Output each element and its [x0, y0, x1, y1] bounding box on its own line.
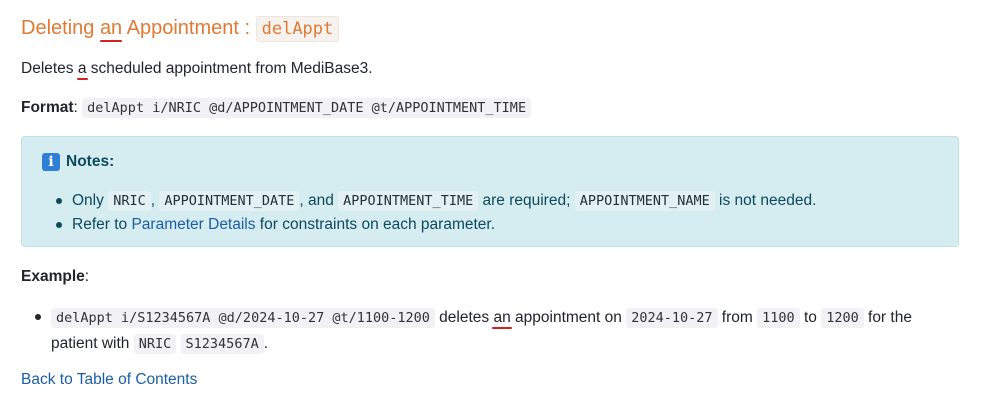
intro-text: Deletes: [21, 60, 78, 77]
example-text: patient with: [51, 335, 134, 352]
code-appointment-name: APPOINTMENT_NAME: [574, 191, 715, 211]
back-to-toc-link[interactable]: Back to Table of Contents: [21, 369, 197, 391]
note-text: Refer to: [72, 216, 132, 233]
code-nric: NRIC: [108, 191, 151, 211]
format-label: Format: [21, 99, 74, 116]
example-text: deletes: [434, 309, 494, 326]
heading-text-prefix: Deleting: [21, 17, 100, 39]
notes-box: i Notes: Only NRIC, APPOINTMENT_DATE, an…: [21, 136, 959, 247]
code-nric-value: S1234567A: [180, 334, 264, 354]
example-text: .: [263, 335, 269, 352]
code-appointment-date: APPOINTMENT_DATE: [159, 191, 300, 211]
intro-paragraph: Deletes a scheduled appointment from Med…: [21, 58, 373, 80]
example-list: delAppt i/S1234567A @d/2024-10-27 @t/110…: [31, 305, 912, 357]
note-text: Only: [72, 192, 109, 209]
note-text: is not needed.: [714, 192, 817, 209]
format-command-code: delAppt i/NRIC @d/APPOINTMENT_DATE @t/AP…: [82, 98, 532, 118]
note-text: for constraints on each parameter.: [255, 216, 496, 233]
code-appointment-time: APPOINTMENT_TIME: [338, 191, 479, 211]
heading-spellcheck-word: an: [99, 17, 123, 39]
example-text: for the: [863, 309, 912, 326]
notes-item: Only NRIC, APPOINTMENT_DATE, and APPOINT…: [52, 189, 816, 213]
parameter-details-link[interactable]: Parameter Details: [131, 216, 255, 233]
info-icon: i: [42, 153, 60, 171]
code-date: 2024-10-27: [626, 308, 718, 328]
example-label: Example: [21, 268, 85, 285]
code-nric: NRIC: [133, 334, 177, 354]
notes-item: Refer to Parameter Details for constrain…: [52, 213, 816, 237]
code-end-time: 1200: [821, 308, 864, 328]
intro-text-rest: scheduled appointment from MediBase3.: [86, 60, 373, 77]
format-colon: :: [73, 99, 78, 116]
example-item: delAppt i/S1234567A @d/2024-10-27 @t/110…: [31, 305, 912, 357]
example-text: appointment on: [510, 309, 627, 326]
notes-header: i Notes:: [42, 151, 114, 173]
heading-text-suffix: Appointment :: [122, 17, 256, 39]
notes-title: Notes:: [66, 153, 115, 170]
example-colon: :: [84, 268, 90, 285]
note-text: are required;: [478, 192, 575, 209]
note-text: , and: [299, 192, 339, 209]
section-heading: Deleting an Appointment : delAppt: [21, 14, 340, 43]
example-heading: Example:: [21, 266, 89, 288]
code-start-time: 1100: [757, 308, 800, 328]
example-command-code: delAppt i/S1234567A @d/2024-10-27 @t/110…: [51, 308, 435, 328]
notes-list: Only NRIC, APPOINTMENT_DATE, and APPOINT…: [52, 189, 816, 237]
heading-command-code: delAppt: [255, 16, 340, 42]
example-text: to: [799, 309, 822, 326]
example-spellcheck-word: an: [493, 309, 511, 326]
intro-spellcheck-word: a: [77, 60, 87, 77]
format-line: Format: delAppt i/NRIC @d/APPOINTMENT_DA…: [21, 97, 532, 119]
example-text: from: [717, 309, 758, 326]
